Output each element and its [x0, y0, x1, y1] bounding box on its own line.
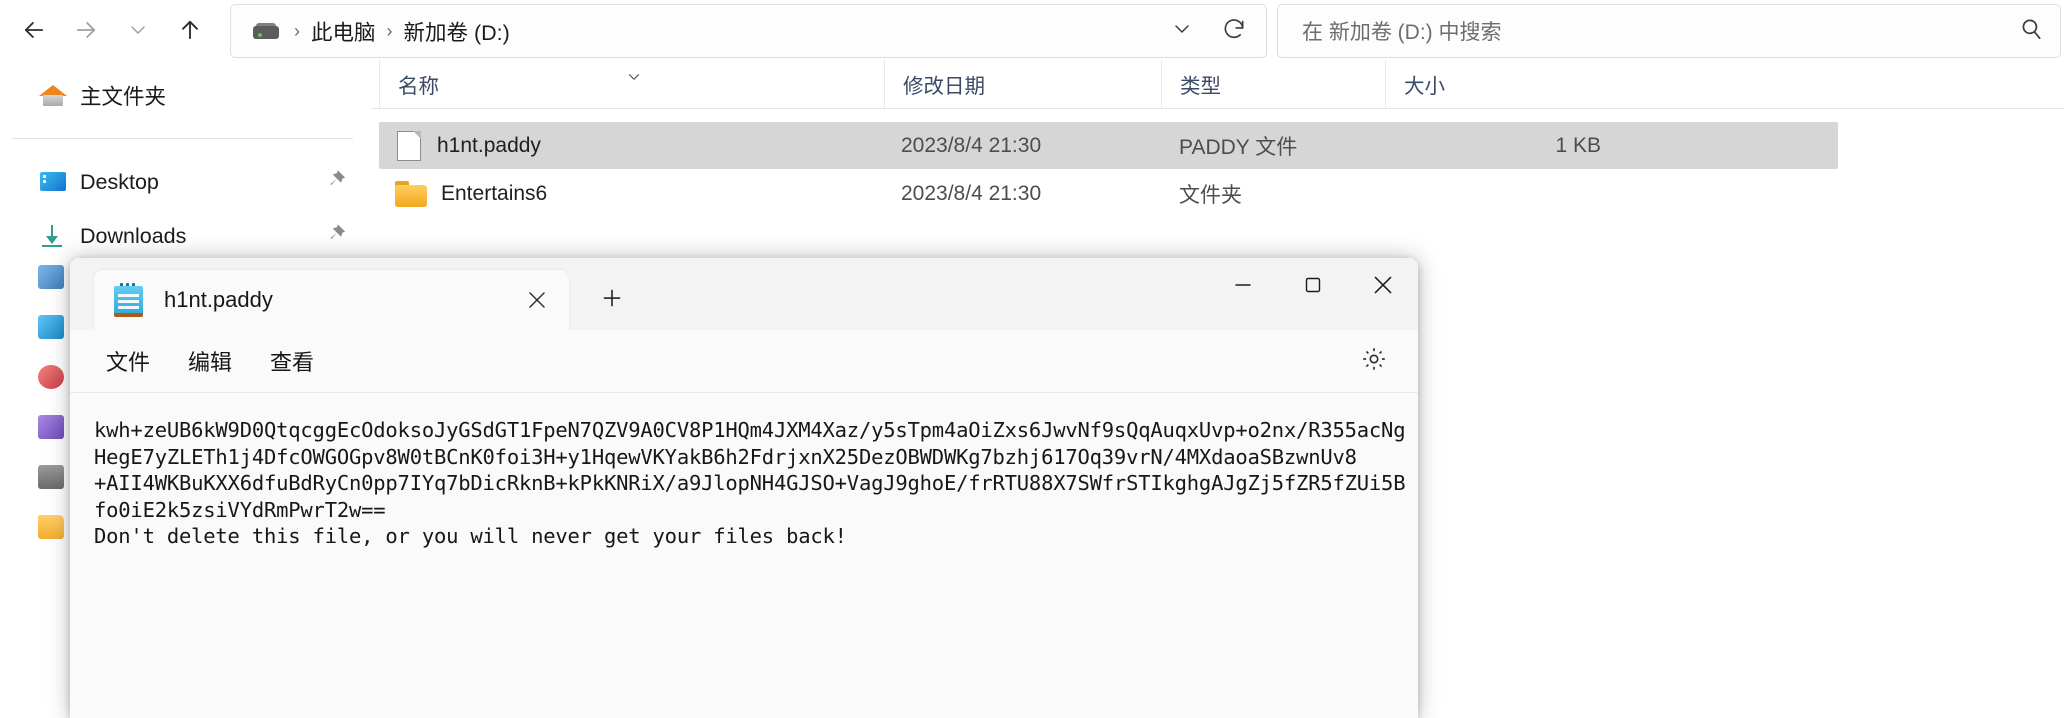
- close-button[interactable]: [1348, 258, 1418, 316]
- notepad-tab[interactable]: h1nt.paddy: [94, 270, 569, 330]
- screen: › 此电脑 › 新加卷 (D:) 在 新加卷 (D:) 中搜索 主文件夹 Des…: [0, 0, 2064, 718]
- downloads-icon: [38, 221, 68, 251]
- file-name: h1nt.paddy: [437, 133, 541, 157]
- table-row[interactable]: Entertains6 2023/8/4 21:30 文件夹: [371, 170, 2064, 217]
- folder-icon[interactable]: [36, 512, 70, 544]
- pin-icon[interactable]: [325, 223, 347, 250]
- close-icon: [1370, 272, 1396, 303]
- table-row[interactable]: h1nt.paddy 2023/8/4 21:30 PADDY 文件 1 KB: [371, 122, 2064, 169]
- minimize-icon: [1231, 273, 1255, 302]
- menu-edit[interactable]: 编辑: [174, 338, 246, 384]
- explorer-toolbar: › 此电脑 › 新加卷 (D:) 在 新加卷 (D:) 中搜索: [0, 0, 2064, 60]
- notepad-tab-title: h1nt.paddy: [164, 287, 273, 312]
- navigation-buttons: [0, 0, 216, 60]
- size-cell: 1 KB: [1555, 133, 1601, 157]
- file-name-cell[interactable]: Entertains6: [395, 170, 547, 217]
- row-selection-highlight: [379, 122, 1838, 169]
- search-icon: [2018, 16, 2044, 47]
- arrow-up-icon: [176, 16, 204, 44]
- breadcrumb: › 此电脑 › 新加卷 (D:): [231, 16, 1156, 47]
- address-bar-actions: [1156, 7, 1266, 55]
- sidebar-item-label: 主文件夹: [80, 84, 167, 109]
- column-header-label: 名称: [398, 75, 439, 98]
- folder-icon: [395, 180, 427, 207]
- column-header-label: 修改日期: [903, 75, 985, 98]
- drive-icon: [253, 22, 279, 40]
- home-icon: [38, 80, 68, 110]
- address-dropdown-button[interactable]: [1156, 7, 1208, 55]
- breadcrumb-item-drive-d[interactable]: 新加卷 (D:): [404, 16, 510, 47]
- videos-icon[interactable]: [36, 412, 70, 444]
- menu-file[interactable]: 文件: [92, 338, 164, 384]
- file-icon: [397, 130, 421, 161]
- documents-icon[interactable]: [36, 262, 70, 294]
- breadcrumb-separator: ›: [386, 21, 393, 41]
- sidebar-divider: [12, 138, 353, 139]
- sidebar-item-label: Desktop: [80, 169, 159, 194]
- music-icon[interactable]: [36, 362, 70, 394]
- drive-icon[interactable]: [36, 462, 70, 494]
- up-button[interactable]: [164, 4, 216, 56]
- date-modified-cell: 2023/8/4 21:30: [901, 133, 1042, 157]
- minimize-button[interactable]: [1208, 258, 1278, 316]
- file-name-cell[interactable]: h1nt.paddy: [397, 122, 541, 169]
- back-button[interactable]: [8, 4, 60, 56]
- chevron-down-icon: [1170, 17, 1194, 46]
- column-header-type[interactable]: 类型: [1161, 60, 1385, 108]
- column-header-label: 大小: [1404, 75, 1445, 98]
- size-cell: [1381, 170, 1601, 217]
- column-header-date-modified[interactable]: 修改日期: [884, 60, 1180, 108]
- file-name: Entertains6: [441, 181, 548, 205]
- column-header-size[interactable]: 大小: [1385, 60, 1613, 108]
- address-bar[interactable]: › 此电脑 › 新加卷 (D:): [230, 4, 1267, 58]
- arrow-left-icon: [20, 16, 48, 44]
- breadcrumb-item-this-pc[interactable]: 此电脑: [311, 16, 376, 47]
- gear-icon: [1360, 345, 1388, 378]
- close-icon[interactable]: [511, 274, 563, 326]
- search-button[interactable]: [2002, 7, 2060, 55]
- sidebar-overflow-icons: [36, 262, 72, 544]
- column-header-name[interactable]: 名称: [379, 60, 884, 108]
- settings-button[interactable]: [1350, 337, 1398, 385]
- type-cell: PADDY 文件: [1179, 135, 1298, 159]
- arrow-right-icon: [72, 16, 100, 44]
- refresh-icon: [1221, 16, 1247, 47]
- sidebar-item-home[interactable]: 主文件夹: [0, 68, 371, 122]
- chevron-down-icon: [126, 18, 150, 42]
- chevron-up-icon: [625, 68, 643, 91]
- maximize-icon: [1301, 273, 1325, 302]
- forward-button[interactable]: [60, 4, 112, 56]
- date-modified-cell: 2023/8/4 21:30: [901, 181, 1042, 205]
- maximize-button[interactable]: [1278, 258, 1348, 316]
- recent-locations-button[interactable]: [112, 4, 164, 56]
- sidebar-item-desktop[interactable]: Desktop: [0, 155, 371, 209]
- column-header-label: 类型: [1180, 75, 1221, 98]
- plus-icon: [599, 285, 625, 316]
- type-cell: 文件夹: [1179, 183, 1242, 207]
- refresh-button[interactable]: [1208, 7, 1260, 55]
- pictures-icon[interactable]: [36, 312, 70, 344]
- notepad-text-area[interactable]: kwh+zeUB6kW9D0QtqcggEcOdoksoJyGSdGT1FpeN…: [70, 393, 1418, 718]
- menu-view[interactable]: 查看: [256, 338, 328, 384]
- new-tab-button[interactable]: [588, 276, 636, 324]
- breadcrumb-separator: ›: [294, 21, 300, 41]
- sidebar-item-label: Downloads: [80, 223, 187, 248]
- column-headers: 名称 修改日期 类型 大小: [371, 60, 2064, 109]
- notepad-window: h1nt.paddy 文件 编辑 查看 kwh+zeUB6kW9D0Qtqcgg…: [70, 258, 1418, 718]
- window-controls: [1208, 258, 1418, 316]
- search-input[interactable]: 在 新加卷 (D:) 中搜索: [1278, 16, 1502, 46]
- notepad-titlebar[interactable]: h1nt.paddy: [70, 258, 1418, 330]
- notepad-icon: [112, 282, 146, 318]
- pin-icon[interactable]: [325, 169, 347, 196]
- notepad-content: kwh+zeUB6kW9D0QtqcggEcOdoksoJyGSdGT1FpeN…: [94, 418, 1406, 548]
- desktop-icon: [38, 167, 68, 197]
- search-box[interactable]: 在 新加卷 (D:) 中搜索: [1277, 4, 2061, 58]
- sidebar-item-downloads[interactable]: Downloads: [0, 209, 371, 263]
- notepad-menubar: 文件 编辑 查看: [70, 330, 1418, 393]
